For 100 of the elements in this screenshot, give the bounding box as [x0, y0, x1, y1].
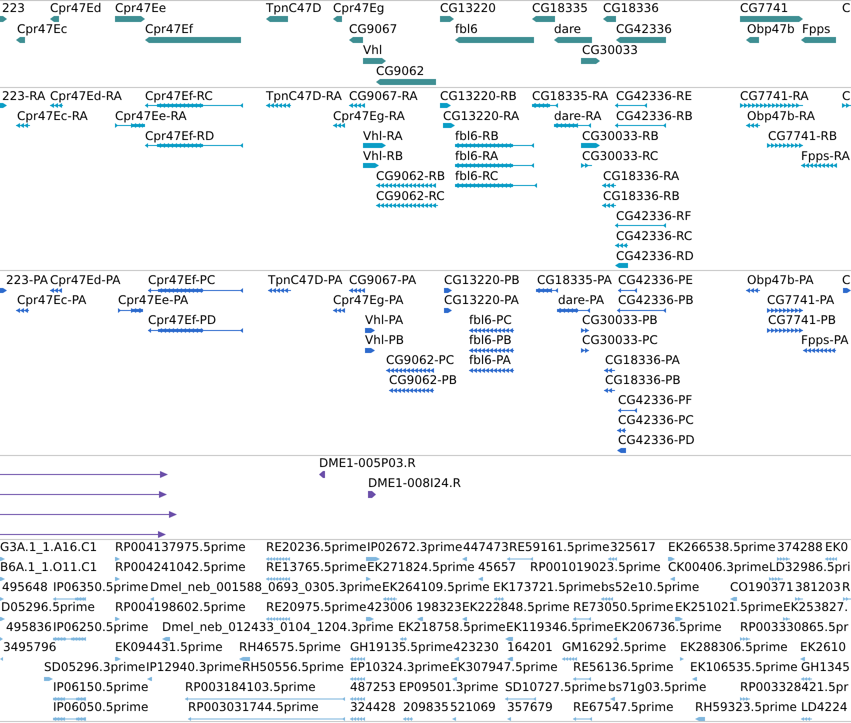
protein-model[interactable] [767, 308, 803, 313]
protein-model[interactable] [536, 288, 558, 293]
est-alignment[interactable] [53, 637, 86, 641]
est-alignment[interactable] [400, 637, 407, 641]
transcript-model[interactable] [50, 103, 63, 108]
est-alignment[interactable] [613, 637, 617, 641]
protein-model[interactable] [604, 388, 615, 393]
est-alignment[interactable] [573, 617, 591, 621]
protein-model[interactable] [0, 288, 7, 293]
est-alignment[interactable] [801, 677, 812, 681]
clone-arrow[interactable] [0, 511, 177, 518]
est-alignment[interactable] [350, 697, 365, 701]
est-alignment[interactable] [454, 657, 459, 661]
est-alignment[interactable] [115, 657, 121, 661]
transcript-model[interactable] [615, 123, 666, 128]
transcript-model[interactable] [581, 163, 592, 168]
est-alignment[interactable] [188, 717, 345, 721]
gene-arrow[interactable] [746, 37, 759, 43]
est-alignment[interactable] [505, 697, 536, 701]
est-alignment[interactable] [147, 677, 152, 681]
gene-arrow[interactable] [740, 16, 803, 22]
protein-model[interactable] [444, 288, 452, 293]
est-alignment[interactable] [266, 577, 290, 581]
est-alignment[interactable] [843, 597, 851, 601]
protein-model[interactable] [557, 308, 590, 313]
est-alignment[interactable] [494, 597, 504, 601]
gene-arrow[interactable] [554, 37, 592, 43]
clone-arrow[interactable] [368, 491, 376, 498]
est-alignment[interactable] [740, 637, 750, 641]
est-alignment[interactable] [350, 677, 365, 681]
protein-model[interactable] [444, 308, 452, 313]
protein-model[interactable] [581, 348, 589, 353]
protein-model[interactable] [148, 288, 243, 293]
transcript-model[interactable] [455, 163, 534, 168]
clone-arrow[interactable] [0, 531, 166, 538]
gene-arrow[interactable] [616, 37, 666, 43]
protein-model[interactable] [118, 308, 143, 313]
est-alignment[interactable] [0, 637, 3, 641]
est-alignment[interactable] [0, 557, 5, 561]
est-alignment[interactable] [730, 597, 737, 601]
protein-model[interactable] [617, 448, 626, 453]
est-alignment[interactable] [462, 617, 467, 621]
est-alignment[interactable] [680, 657, 684, 661]
est-alignment[interactable] [795, 597, 803, 601]
est-alignment[interactable] [668, 557, 675, 561]
gene-arrow[interactable] [603, 16, 616, 22]
transcript-model[interactable] [16, 123, 30, 128]
transcript-model[interactable] [615, 103, 647, 108]
est-alignment[interactable] [507, 717, 511, 721]
protein-model[interactable] [767, 328, 803, 333]
est-alignment[interactable] [417, 617, 423, 621]
est-alignment[interactable] [800, 657, 805, 661]
protein-model[interactable] [618, 408, 637, 413]
est-alignment[interactable] [162, 637, 170, 641]
transcript-model[interactable] [349, 103, 365, 108]
gene-arrow[interactable] [363, 58, 386, 64]
protein-model[interactable] [618, 288, 637, 293]
transcript-model[interactable] [376, 203, 438, 208]
protein-model[interactable] [617, 308, 666, 313]
est-alignment[interactable] [53, 597, 86, 601]
protein-model[interactable] [50, 288, 62, 293]
est-alignment[interactable] [675, 617, 683, 621]
transcript-model[interactable] [363, 163, 379, 168]
est-alignment[interactable] [777, 557, 790, 561]
gene-arrow[interactable] [333, 16, 342, 22]
est-alignment[interactable] [383, 597, 397, 601]
est-alignment[interactable] [573, 677, 591, 681]
transcript-model[interactable] [554, 123, 591, 128]
clone-arrow[interactable] [319, 471, 325, 478]
est-alignment[interactable] [452, 677, 457, 681]
protein-model[interactable] [16, 308, 29, 313]
clone-arrow[interactable] [0, 491, 167, 498]
transcript-model[interactable] [532, 103, 558, 108]
transcript-model[interactable] [581, 143, 600, 148]
transcript-model[interactable] [842, 103, 851, 108]
est-alignment[interactable] [115, 577, 120, 581]
est-alignment[interactable] [740, 697, 750, 701]
clone-arrow[interactable] [0, 471, 168, 478]
est-alignment[interactable] [0, 597, 4, 601]
est-alignment[interactable] [366, 557, 380, 561]
est-alignment[interactable] [573, 717, 592, 721]
protein-model[interactable] [389, 388, 434, 393]
gene-arrow[interactable] [16, 37, 25, 43]
gene-arrow[interactable] [581, 58, 600, 64]
gene-arrow[interactable] [50, 16, 59, 22]
protein-model[interactable] [803, 348, 836, 353]
est-alignment[interactable] [670, 577, 675, 581]
transcript-model[interactable] [602, 203, 616, 208]
protein-model[interactable] [365, 348, 375, 353]
transcript-model[interactable] [615, 243, 628, 248]
gene-arrow[interactable] [0, 16, 7, 22]
gene-arrow[interactable] [440, 16, 454, 22]
transcript-model[interactable] [455, 183, 537, 188]
transcript-model[interactable] [266, 103, 291, 108]
est-alignment[interactable] [462, 557, 467, 561]
est-alignment[interactable] [783, 617, 790, 621]
protein-model[interactable] [843, 288, 851, 293]
est-alignment[interactable] [115, 617, 120, 621]
est-alignment[interactable] [44, 677, 53, 681]
est-alignment[interactable] [53, 717, 86, 721]
